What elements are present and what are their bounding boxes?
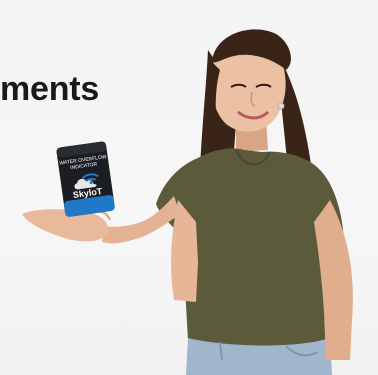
product-hero-image: ments WATER OVERFLOW INDICATOR SkyloT [0, 0, 378, 375]
woman-holding-device-illustration: WATER OVERFLOW INDICATOR SkyloT [22, 29, 353, 375]
water-overflow-indicator-device: WATER OVERFLOW INDICATOR SkyloT [56, 141, 115, 217]
open-palm [22, 209, 109, 242]
earring-icon [277, 102, 285, 110]
